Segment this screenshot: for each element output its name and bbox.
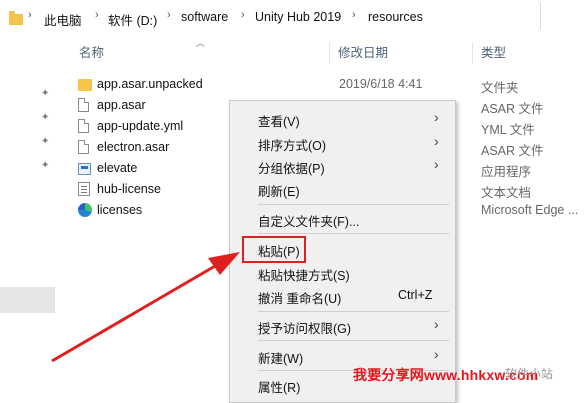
file-type: 应用程序	[481, 165, 532, 179]
chevron-right-icon: ›	[434, 109, 439, 125]
file-type: ASAR 文件	[481, 144, 544, 158]
file-type: ASAR 文件	[481, 102, 544, 116]
breadcrumb-item[interactable]: Unity Hub 2019	[255, 10, 341, 24]
menu-item-label: 刷新(E)	[258, 185, 300, 199]
column-header-date[interactable]: 修改日期	[338, 42, 388, 61]
chevron-right-icon: ›	[434, 316, 439, 332]
chevron-right-icon: ›	[241, 9, 245, 21]
file-name: licenses	[97, 203, 143, 217]
pin-icon: ✦	[41, 88, 50, 99]
menu-item-label: 属性(R)	[258, 381, 301, 395]
file-type: 文本文档	[481, 186, 532, 200]
chevron-right-icon: ›	[95, 9, 99, 21]
menu-item-shortcut: Ctrl+Z	[398, 288, 433, 302]
menu-item-group-by[interactable]: 分组依据(P) ›	[230, 154, 455, 176]
breadcrumb-item[interactable]: resources	[368, 10, 423, 24]
menu-separator	[258, 311, 449, 312]
file-type: Microsoft Edge ...	[481, 203, 579, 217]
file-name: app-update.yml	[97, 119, 184, 133]
menu-item-label: 授予访问权限(G)	[258, 322, 352, 336]
pin-icon: ✦	[41, 112, 50, 123]
menu-item-paste-shortcut[interactable]: 粘贴快捷方式(S)	[230, 261, 455, 283]
chevron-right-icon: ›	[28, 9, 32, 21]
file-type: 文件夹	[481, 81, 519, 95]
nav-pane-selected-item[interactable]	[0, 287, 55, 313]
file-date: 2019/6/18 4:41	[339, 77, 423, 91]
chevron-right-icon: ›	[434, 156, 439, 172]
chevron-right-icon: ›	[434, 133, 439, 149]
menu-item-refresh[interactable]: 刷新(E)	[230, 177, 455, 199]
watermark-secondary: 软件小站	[505, 367, 554, 381]
menu-item-customize-folder[interactable]: 自定义文件夹(F)...	[230, 207, 455, 229]
chevron-right-icon: ›	[352, 9, 356, 21]
folder-icon	[9, 11, 23, 25]
pin-icon: ✦	[41, 136, 50, 147]
column-divider[interactable]	[472, 42, 473, 64]
file-name: hub-license	[97, 182, 161, 196]
column-header-type[interactable]: 类型	[481, 42, 506, 61]
column-header-name[interactable]: 名称	[79, 42, 104, 61]
file-icon	[78, 140, 89, 154]
file-icon	[78, 119, 89, 133]
pin-icon: ✦	[41, 160, 50, 171]
menu-separator	[258, 233, 449, 234]
text-document-icon	[78, 182, 90, 196]
menu-item-label: 撤消 重命名(U)	[258, 292, 342, 306]
menu-item-label: 分组依据(P)	[258, 162, 325, 176]
menu-separator	[258, 340, 449, 341]
file-icon	[78, 98, 89, 112]
file-name: app.asar	[97, 98, 146, 112]
menu-item-label: 新建(W)	[258, 352, 304, 366]
file-type: YML 文件	[481, 123, 535, 137]
file-row[interactable]: app.asar.unpacked 2019/6/18 4:41 文件夹	[78, 74, 585, 95]
file-name: electron.asar	[97, 140, 170, 154]
address-bar[interactable]: › 此电脑 › 软件 (D:) › software › Unity Hub 2…	[0, 0, 585, 34]
menu-item-label: 查看(V)	[258, 115, 300, 129]
breadcrumb-item[interactable]: 此电脑	[44, 10, 82, 29]
menu-separator	[258, 204, 449, 205]
folder-icon	[78, 79, 92, 91]
breadcrumb-item[interactable]: 软件 (D:)	[108, 10, 157, 29]
column-divider[interactable]	[329, 42, 330, 64]
menu-item-give-access[interactable]: 授予访问权限(G) ›	[230, 314, 455, 336]
file-name: app.asar.unpacked	[97, 77, 203, 91]
menu-item-label: 粘贴快捷方式(S)	[258, 269, 350, 283]
menu-item-label: 自定义文件夹(F)...	[258, 215, 360, 229]
edge-icon	[78, 203, 92, 217]
chevron-right-icon: ›	[167, 9, 171, 21]
application-icon	[78, 163, 91, 175]
breadcrumb-item[interactable]: software	[181, 10, 228, 24]
menu-item-sort-by[interactable]: 排序方式(O) ›	[230, 131, 455, 153]
menu-item-undo-rename[interactable]: 撤消 重命名(U) Ctrl+Z	[230, 284, 455, 306]
menu-item-new[interactable]: 新建(W) ›	[230, 344, 455, 366]
chevron-right-icon: ›	[434, 346, 439, 362]
menu-item-view[interactable]: 查看(V) ›	[230, 107, 455, 129]
highlight-box	[242, 236, 306, 263]
sort-ascending-icon: ︿	[196, 38, 206, 48]
file-name: elevate	[97, 161, 138, 175]
menu-item-label: 排序方式(O)	[258, 139, 327, 153]
